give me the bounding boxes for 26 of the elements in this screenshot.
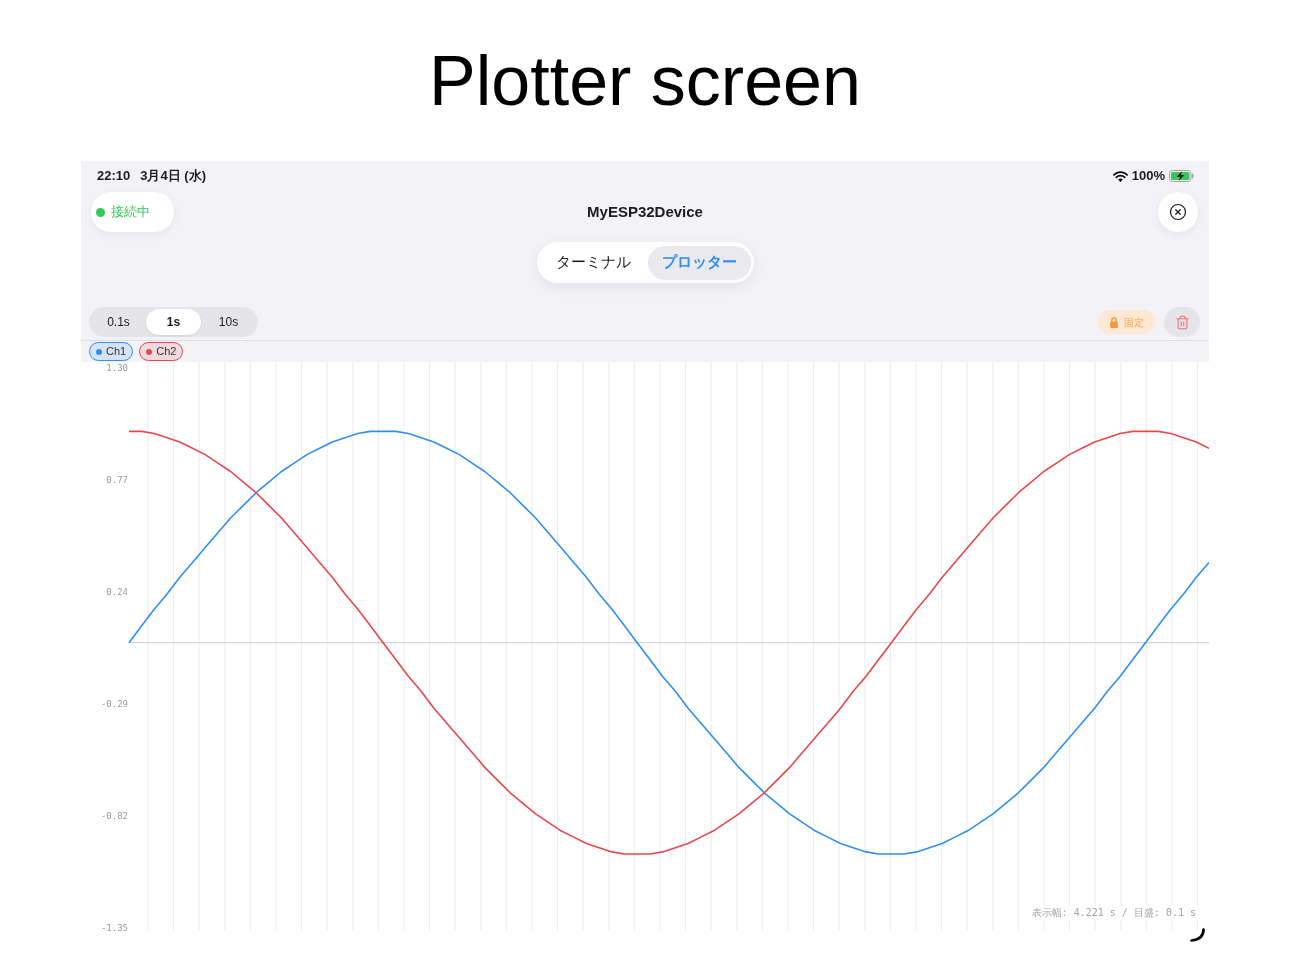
y-axis-label: 0.77: [106, 474, 128, 485]
channel-toggle[interactable]: Ch1: [89, 342, 134, 361]
status-date: 3月4日 (水): [140, 167, 206, 186]
mode-tab[interactable]: ターミナル: [539, 245, 647, 280]
time-range-option[interactable]: 1s: [146, 309, 201, 335]
channel-toggle[interactable]: Ch2: [139, 342, 184, 361]
time-range-option[interactable]: 10s: [201, 309, 256, 335]
status-time: 22:10: [97, 167, 131, 186]
connection-status-text: 接続中: [111, 203, 150, 222]
close-icon: [1169, 203, 1187, 221]
battery-charging-icon: [1169, 170, 1194, 182]
page-title: Plotter screen: [429, 45, 861, 116]
y-axis-label: 0.24: [106, 586, 128, 597]
trash-icon: [1174, 314, 1190, 330]
wifi-icon: [1112, 170, 1128, 182]
y-axis-label: -1.35: [100, 922, 128, 933]
time-range-option[interactable]: 0.1s: [91, 309, 146, 335]
corner-handle-icon[interactable]: [1190, 928, 1205, 942]
close-button[interactable]: [1158, 192, 1198, 232]
battery-percentage: 100%: [1131, 167, 1165, 186]
y-axis-label: -0.82: [100, 810, 128, 821]
lock-icon: [1110, 316, 1118, 328]
y-axis-label: -0.29: [100, 698, 128, 709]
device-name-title: MyESP32Device: [587, 201, 703, 222]
plot-scale-info: 表示幅: 4.221 s / 目盛: 0.1 s: [1029, 906, 1198, 920]
y-axis-label: 1.30: [106, 362, 128, 373]
